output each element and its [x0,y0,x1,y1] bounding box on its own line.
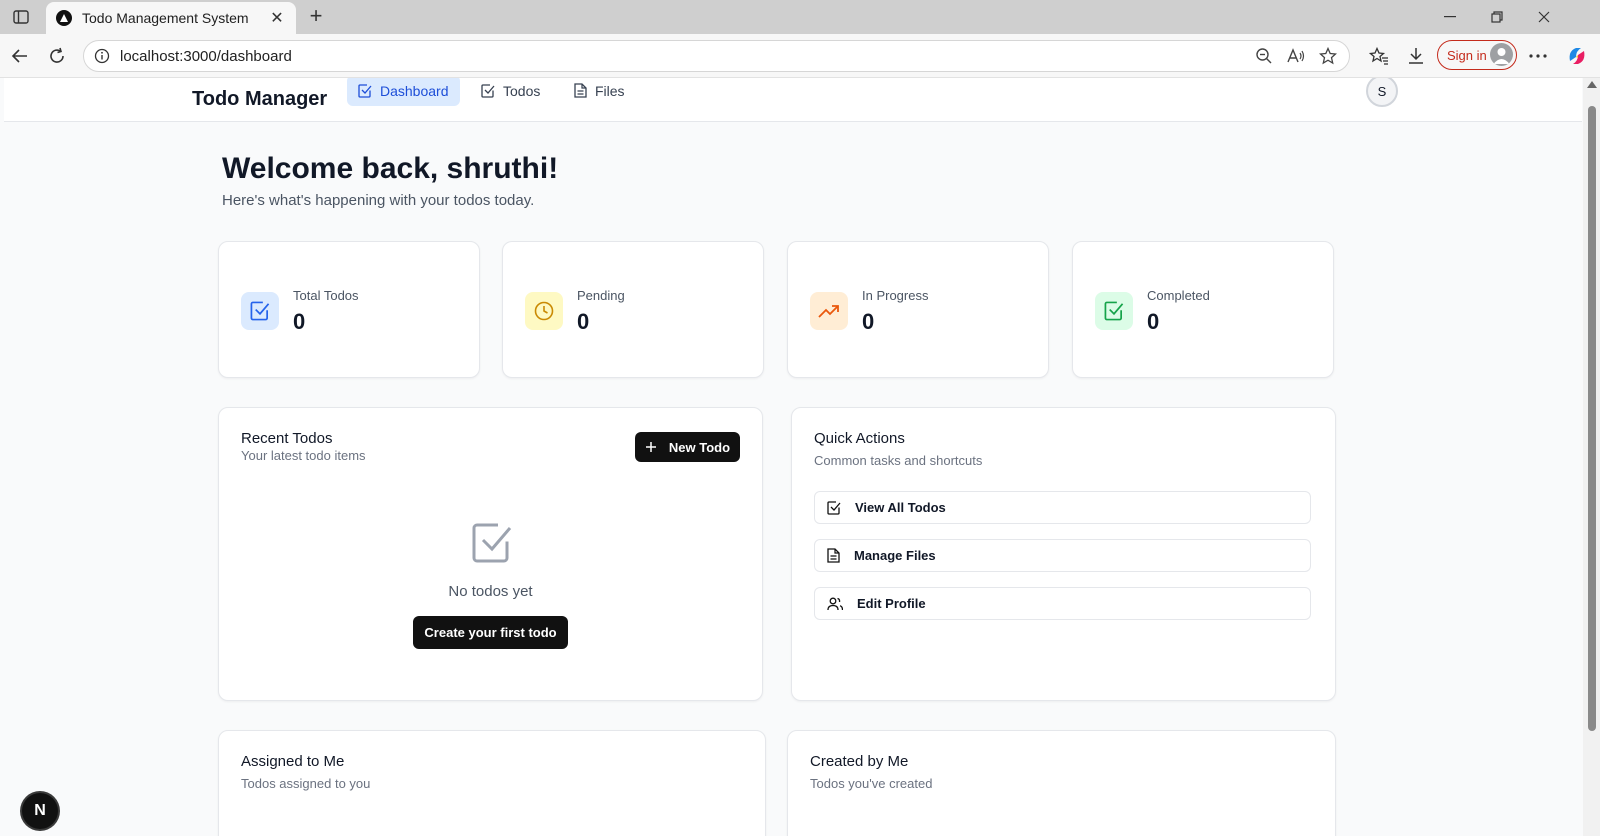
trending-up-icon [810,292,848,330]
recent-todos-panel: Recent Todos Your latest todo items New … [218,407,763,701]
quick-action-label: Manage Files [854,548,936,563]
stat-card-completed: Completed 0 [1072,241,1334,378]
stat-label: Completed [1147,288,1210,303]
manage-files-button[interactable]: Manage Files [814,539,1311,572]
nav-todos[interactable]: Todos [470,78,551,106]
panel-title: Quick Actions [814,430,905,447]
stat-label: Total Todos [293,288,359,303]
file-text-icon [827,548,840,563]
back-icon[interactable] [9,45,31,67]
view-all-todos-button[interactable]: View All Todos [814,491,1311,524]
tab-title: Todo Management System [82,10,249,26]
panel-title: Assigned to Me [241,753,345,770]
empty-state-text: No todos yet [448,583,533,600]
page-scrollbar[interactable] [1583,78,1600,836]
restore-icon[interactable] [1487,8,1507,26]
check-square-icon [481,83,495,98]
sign-in-label: Sign in [1447,47,1487,63]
quick-action-label: Edit Profile [857,596,926,611]
nav-dashboard[interactable]: Dashboard [347,78,460,106]
panel-subtitle: Todos assigned to you [241,776,371,791]
site-info-icon[interactable] [94,48,110,64]
favorites-icon[interactable] [1368,45,1390,67]
address-bar[interactable]: localhost:3000/dashboard [83,40,1350,72]
stat-value: 0 [293,309,306,334]
scroll-up-arrow-icon[interactable] [1587,81,1597,88]
sign-in-button[interactable]: Sign in [1437,40,1517,70]
edit-profile-button[interactable]: Edit Profile [814,587,1311,620]
url-text: localhost:3000/dashboard [120,47,292,65]
check-square-icon [358,83,372,98]
users-icon [827,597,843,610]
created-by-me-panel: Created by Me Todos you've created [787,730,1336,836]
more-options-icon[interactable] [1527,45,1549,67]
stat-value: 0 [1147,309,1160,334]
panel-subtitle: Your latest todo items [241,448,366,463]
stat-value: 0 [577,309,590,334]
brand-logo[interactable]: Todo Manager [192,88,327,111]
quick-actions-panel: Quick Actions Common tasks and shortcuts… [791,407,1336,701]
file-text-icon [574,83,587,98]
stat-label: In Progress [862,288,929,303]
create-first-todo-button[interactable]: Create your first todo [413,616,568,649]
browser-tab[interactable]: Todo Management System ✕ [46,2,296,34]
new-todo-label: New Todo [668,439,731,455]
check-square-icon [827,500,841,515]
nav-files[interactable]: Files [563,78,636,106]
profile-avatar-icon [1490,43,1513,66]
copilot-icon[interactable] [1566,45,1588,67]
stat-value: 0 [862,309,875,334]
close-window-icon[interactable] [1534,8,1554,26]
tab-close-icon[interactable]: ✕ [268,8,286,28]
minimize-icon[interactable] [1440,8,1460,26]
nav-files-label: Files [595,82,625,99]
browser-toolbar: localhost:3000/dashboard Sign in [0,34,1600,78]
downloads-icon[interactable] [1405,45,1427,67]
user-avatar[interactable]: S [1366,78,1398,107]
app-header: Todo Manager Dashboard Todos Files S [4,78,1582,122]
panel-subtitle: Common tasks and shortcuts [814,453,983,468]
app-viewport: Todo Manager Dashboard Todos Files S Wel… [4,78,1582,836]
new-tab-icon[interactable]: + [305,5,327,27]
stat-card-total: Total Todos 0 [218,241,480,378]
panel-subtitle: Todos you've created [810,776,933,791]
page-title: Welcome back, shruthi! [222,152,559,185]
zoom-out-icon[interactable] [1253,45,1275,67]
sidebar-toggle-icon[interactable] [12,8,30,26]
read-aloud-icon[interactable] [1285,45,1307,67]
panel-title: Recent Todos [241,430,333,447]
check-square-icon [241,292,279,330]
page-subtitle: Here's what's happening with your todos … [222,192,535,209]
scroll-thumb[interactable] [1588,106,1596,731]
panel-title: Created by Me [810,753,909,770]
check-square-icon [1095,292,1133,330]
nav-todos-label: Todos [503,82,541,99]
quick-action-label: View All Todos [855,500,946,515]
stat-card-in-progress: In Progress 0 [787,241,1049,378]
nextjs-dev-indicator[interactable]: N [22,793,58,829]
stat-label: Pending [577,288,625,303]
empty-checkbox-icon [472,523,512,563]
stat-card-pending: Pending 0 [502,241,764,378]
favorite-star-icon[interactable] [1317,45,1339,67]
new-todo-button[interactable]: New Todo [635,432,740,462]
assigned-to-me-panel: Assigned to Me Todos assigned to you [218,730,766,836]
browser-tab-bar: Todo Management System ✕ + [0,0,1600,34]
reload-icon[interactable] [46,45,68,67]
nav-dashboard-label: Dashboard [380,82,449,99]
clock-icon [525,292,563,330]
nextjs-favicon-icon [56,10,72,26]
plus-icon [645,442,656,452]
